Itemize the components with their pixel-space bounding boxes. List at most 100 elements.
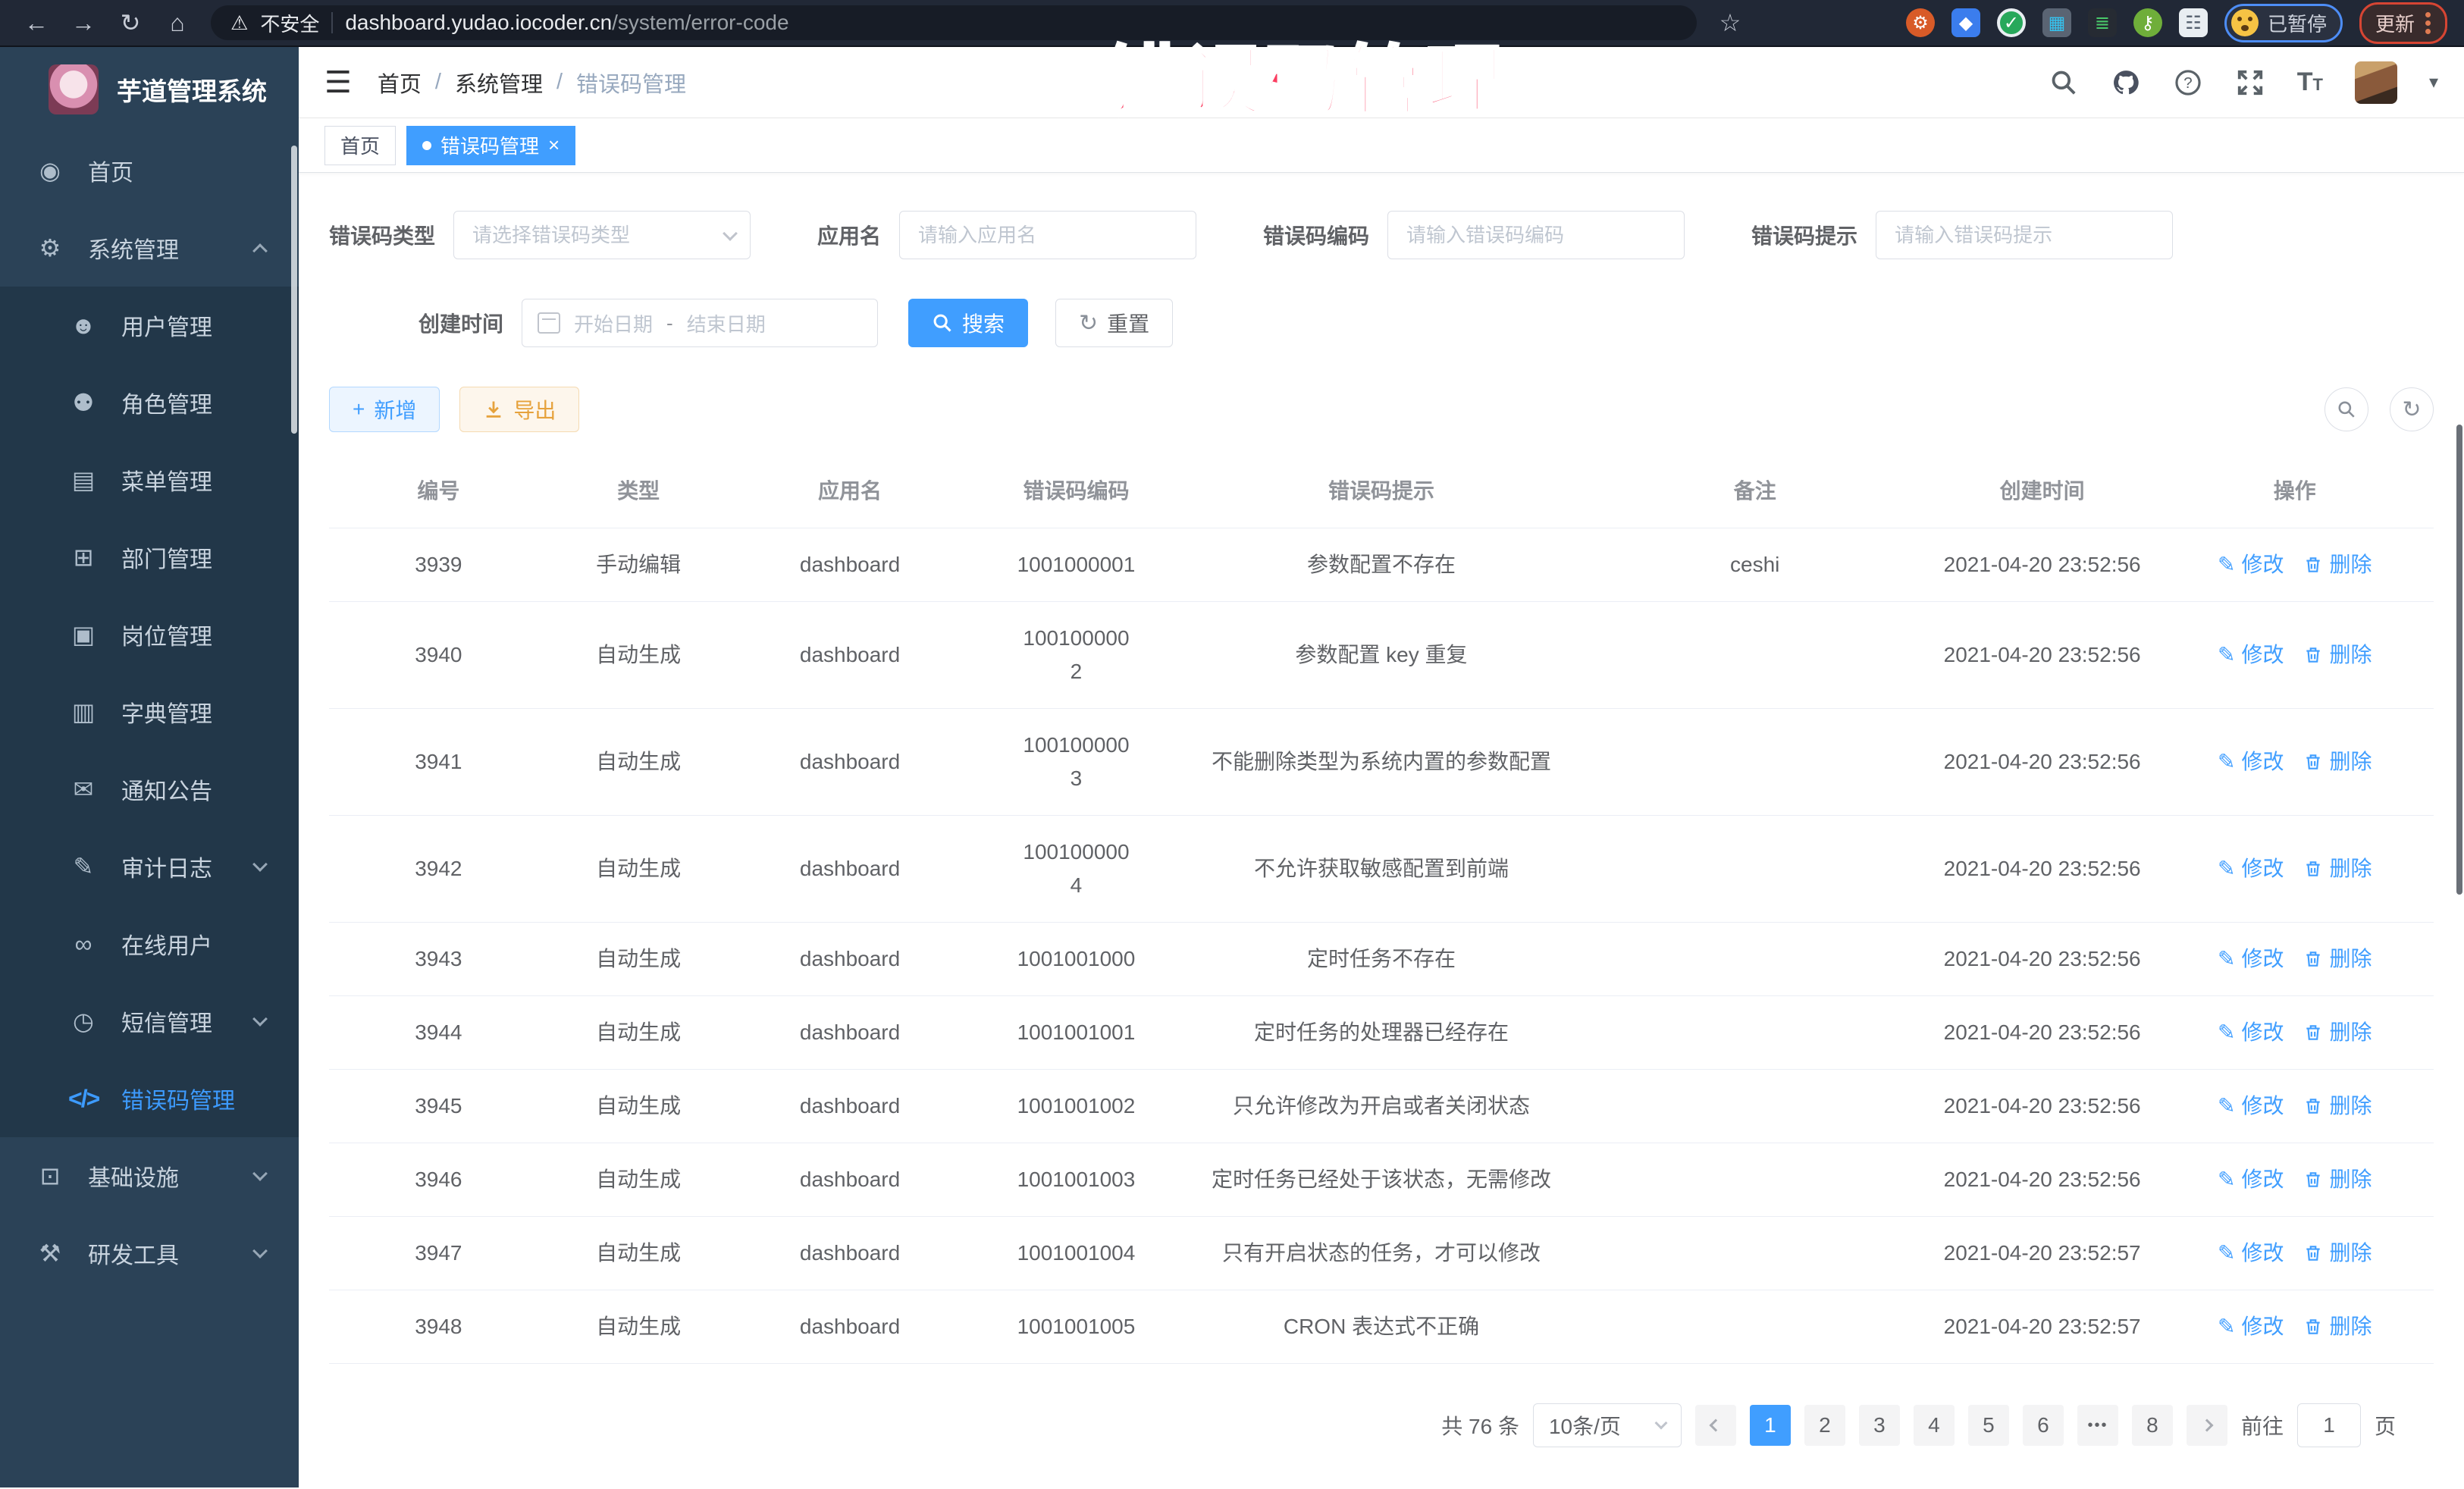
profile-paused-badge[interactable]: 已暂停 — [2224, 4, 2343, 42]
col-header-type[interactable]: 类型 — [548, 455, 729, 528]
sidebar-item-audit-log[interactable]: ✎ 审计日志 — [0, 828, 299, 905]
font-size-icon[interactable]: TT — [2297, 67, 2323, 97]
tab-error-code[interactable]: 错误码管理 × — [406, 126, 575, 165]
update-button[interactable]: 更新 — [2359, 2, 2447, 44]
delete-link[interactable]: 删除 — [2303, 1163, 2372, 1196]
sidebar-item-sms[interactable]: ◷ 短信管理 — [0, 983, 299, 1060]
extension-icon-list[interactable]: ≣ — [2088, 8, 2117, 37]
col-header-id[interactable]: 编号 — [329, 455, 548, 528]
delete-link[interactable]: 删除 — [2303, 745, 2372, 779]
error-code-input[interactable] — [1387, 211, 1685, 259]
delete-link[interactable]: 删除 — [2303, 1016, 2372, 1049]
help-icon[interactable]: ? — [2173, 67, 2203, 98]
fullscreen-icon[interactable] — [2235, 67, 2265, 98]
sidebar-item-posts[interactable]: ▣ 岗位管理 — [0, 596, 299, 673]
col-header-memo[interactable]: 备注 — [1582, 455, 1929, 528]
next-page-button[interactable] — [2187, 1405, 2227, 1446]
sidebar-item-users[interactable]: ☻ 用户管理 — [0, 287, 299, 364]
reset-button[interactable]: ↻ 重置 — [1055, 299, 1173, 347]
export-button[interactable]: 导出 — [459, 387, 579, 432]
edit-link[interactable]: ✎修改 — [2218, 1310, 2284, 1343]
app-logo[interactable]: 芋道管理系统 — [0, 47, 299, 132]
edit-link[interactable]: ✎修改 — [2218, 745, 2284, 779]
col-header-msg[interactable]: 错误码提示 — [1181, 455, 1581, 528]
caret-down-icon[interactable]: ▾ — [2429, 71, 2438, 93]
extension-icon-puzzle[interactable]: ☷ — [2179, 8, 2208, 37]
delete-link[interactable]: 删除 — [2303, 1237, 2372, 1270]
edit-link[interactable]: ✎修改 — [2218, 1016, 2284, 1049]
delete-link[interactable]: 删除 — [2303, 638, 2372, 672]
avatar[interactable] — [2355, 61, 2397, 104]
page-button-4[interactable]: 4 — [1914, 1405, 1955, 1446]
goto-page-input[interactable] — [2297, 1403, 2361, 1447]
refresh-button[interactable]: ↻ — [2390, 387, 2434, 431]
sidebar-item-dev-tools[interactable]: ⚒ 研发工具 — [0, 1215, 299, 1292]
extension-icon-green[interactable]: ✓ — [1997, 8, 2026, 37]
sidebar-item-roles[interactable]: ⚉ 角色管理 — [0, 364, 299, 441]
sidebar-item-departments[interactable]: ⊞ 部门管理 — [0, 519, 299, 596]
sidebar-item-dict[interactable]: ▥ 字典管理 — [0, 673, 299, 751]
page-button-6[interactable]: 6 — [2023, 1405, 2064, 1446]
col-header-time[interactable]: 创建时间 — [1929, 455, 2156, 528]
search-button[interactable]: 搜索 — [908, 299, 1028, 347]
breadcrumb-system[interactable]: 系统管理 — [455, 67, 543, 99]
app-name-field[interactable] — [899, 211, 1196, 259]
page-button-2[interactable]: 2 — [1804, 1405, 1845, 1446]
edit-link[interactable]: ✎修改 — [2218, 942, 2284, 976]
sidebar-item-notice[interactable]: ✉ 通知公告 — [0, 751, 299, 828]
reload-icon[interactable]: ↻ — [111, 8, 150, 37]
page-button-1[interactable]: 1 — [1750, 1405, 1791, 1446]
extension-icon-key[interactable]: ⚷ — [2133, 8, 2162, 37]
error-type-select[interactable] — [453, 211, 751, 259]
sidebar-collapse-icon[interactable]: ☰ — [324, 65, 352, 100]
menu-dots-icon[interactable] — [2425, 9, 2431, 37]
edit-link[interactable]: ✎修改 — [2218, 548, 2284, 581]
sidebar-item-online-users[interactable]: ∞ 在线用户 — [0, 905, 299, 983]
close-icon[interactable]: × — [548, 133, 560, 157]
error-msg-input[interactable] — [1876, 211, 2173, 259]
edit-link[interactable]: ✎修改 — [2218, 638, 2284, 672]
bookmark-star-icon[interactable]: ☆ — [1710, 8, 1750, 37]
edit-link[interactable]: ✎修改 — [2218, 1163, 2284, 1196]
delete-link[interactable]: 删除 — [2303, 852, 2372, 886]
delete-link[interactable]: 删除 — [2303, 942, 2372, 976]
search-icon[interactable] — [2049, 67, 2079, 98]
page-size-select[interactable]: 10条/页 — [1533, 1403, 1682, 1447]
back-icon[interactable]: ← — [17, 9, 56, 37]
extension-icon-orange[interactable]: ⚙ — [1906, 8, 1935, 37]
col-header-app[interactable]: 应用名 — [729, 455, 970, 528]
show-search-button[interactable] — [2324, 387, 2368, 431]
sidebar-item-home[interactable]: ◉ 首页 — [0, 132, 299, 209]
delete-link[interactable]: 删除 — [2303, 1310, 2372, 1343]
date-range-picker[interactable]: 开始日期 - 结束日期 — [522, 299, 878, 347]
error-type-select-input[interactable] — [453, 211, 751, 259]
edit-link[interactable]: ✎修改 — [2218, 1089, 2284, 1123]
error-code-field[interactable] — [1387, 211, 1685, 259]
edit-link[interactable]: ✎修改 — [2218, 1237, 2284, 1270]
forward-icon[interactable]: → — [64, 9, 103, 37]
prev-page-button[interactable] — [1695, 1405, 1736, 1446]
github-icon[interactable] — [2111, 67, 2141, 98]
sidebar-item-infrastructure[interactable]: ⊡ 基础设施 — [0, 1137, 299, 1215]
extension-icon-blue[interactable]: ◆ — [1951, 8, 1980, 37]
add-button[interactable]: + 新增 — [329, 387, 440, 432]
delete-link[interactable]: 删除 — [2303, 548, 2372, 581]
sidebar-item-error-code[interactable]: </> 错误码管理 — [0, 1060, 299, 1137]
error-msg-field[interactable] — [1876, 211, 2173, 259]
sidebar-scrollbar[interactable] — [291, 146, 297, 434]
col-header-ops[interactable]: 操作 — [2156, 455, 2434, 528]
app-name-input[interactable] — [899, 211, 1196, 259]
sidebar-item-menus[interactable]: ▤ 菜单管理 — [0, 441, 299, 519]
sidebar-item-system[interactable]: ⚙ 系统管理 — [0, 209, 299, 287]
window-scrollbar[interactable] — [2456, 425, 2462, 895]
home-icon[interactable]: ⌂ — [158, 9, 197, 37]
page-button-3[interactable]: 3 — [1859, 1405, 1900, 1446]
more-pages-button[interactable]: ••• — [2077, 1405, 2118, 1446]
page-button-8[interactable]: 8 — [2132, 1405, 2173, 1446]
col-header-code[interactable]: 错误码编码 — [971, 455, 1182, 528]
breadcrumb-home[interactable]: 首页 — [378, 67, 422, 99]
edit-link[interactable]: ✎修改 — [2218, 852, 2284, 886]
page-button-5[interactable]: 5 — [1968, 1405, 2009, 1446]
delete-link[interactable]: 删除 — [2303, 1089, 2372, 1123]
tab-home[interactable]: 首页 — [324, 126, 396, 165]
